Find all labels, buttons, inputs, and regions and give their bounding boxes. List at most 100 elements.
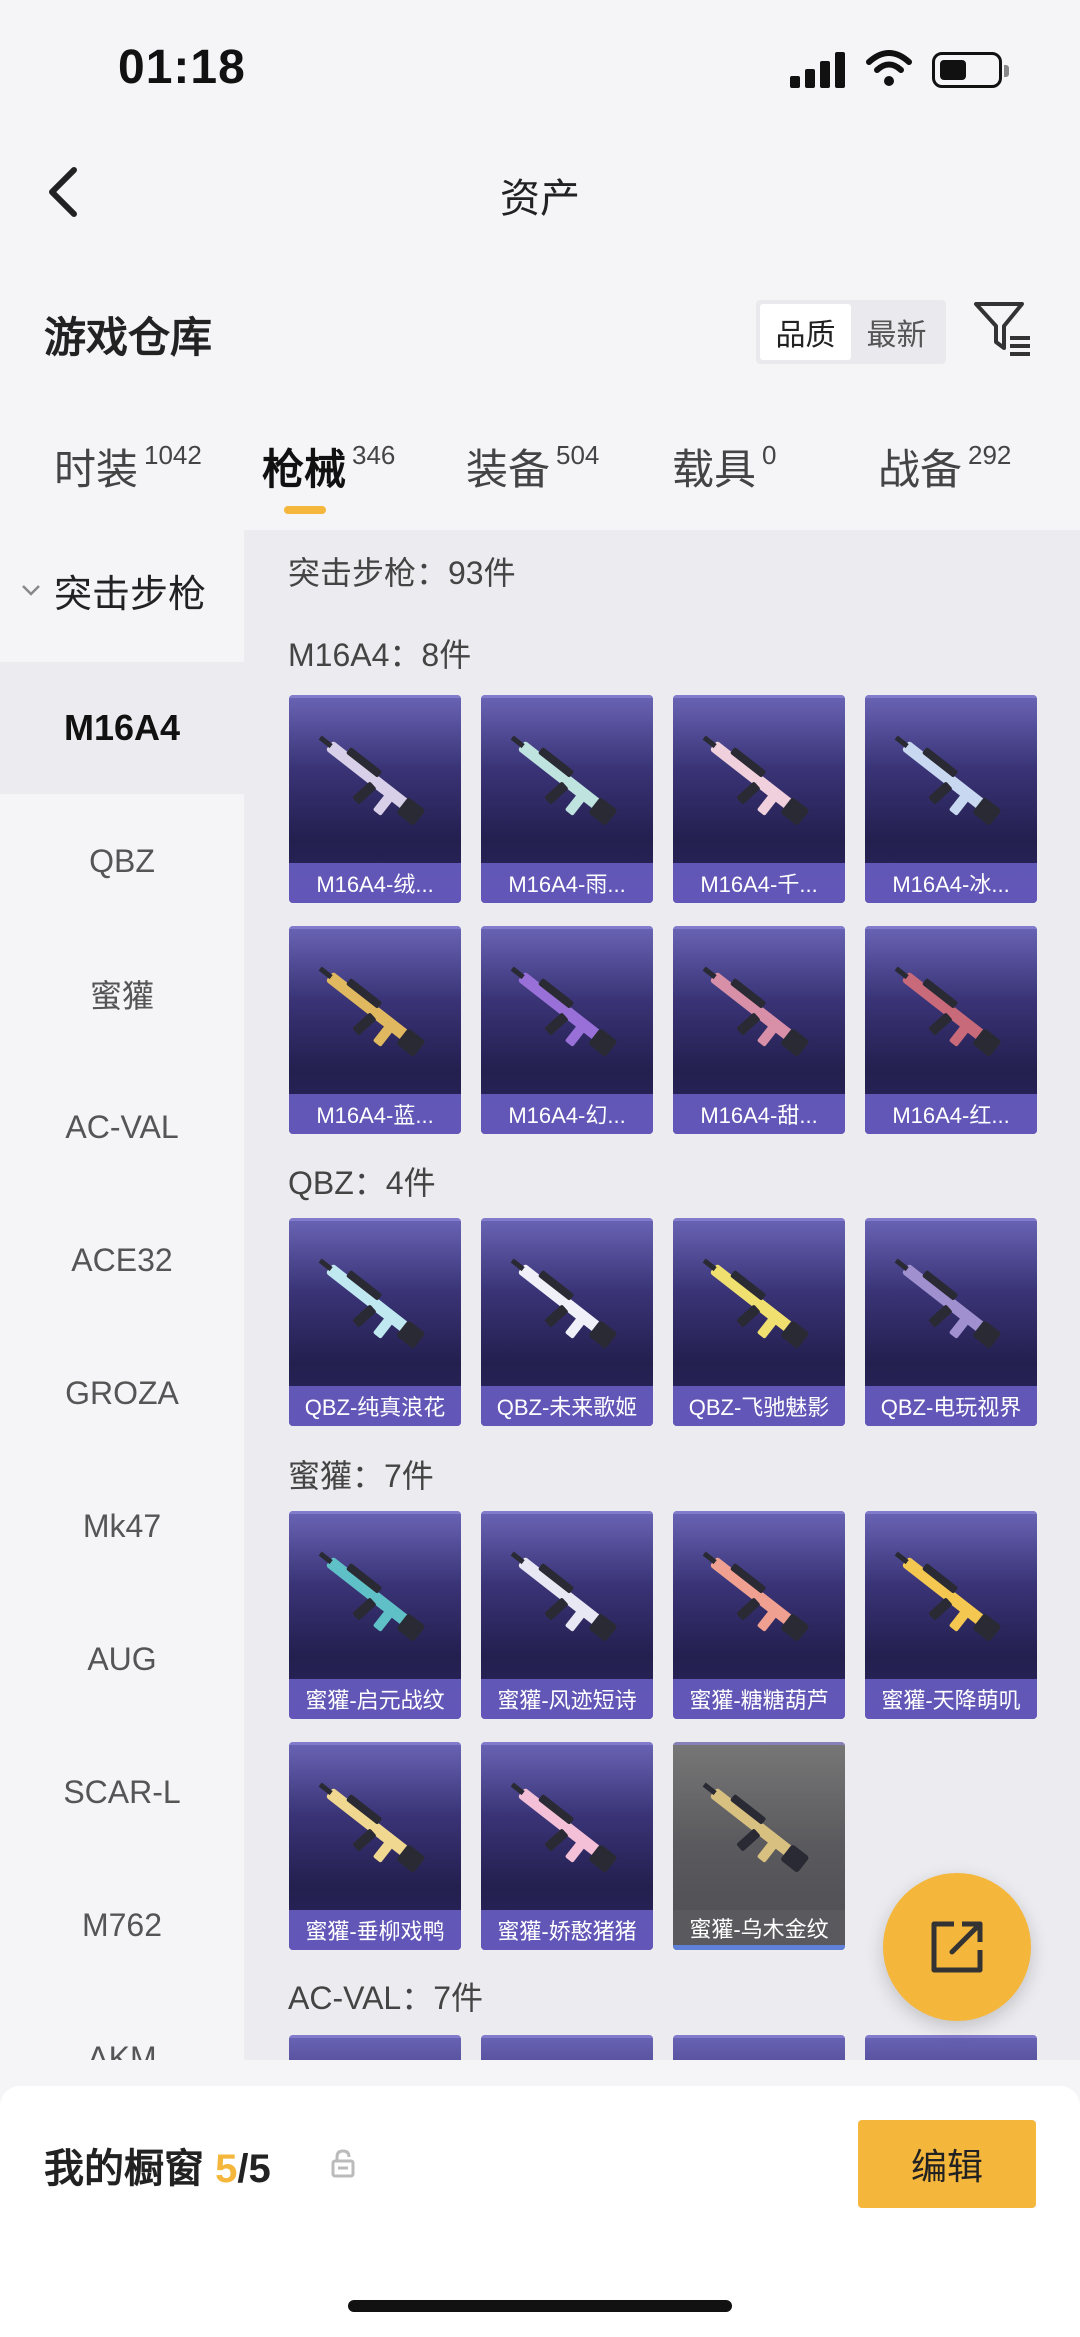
- card-label-bar: QBZ-纯真浪花: [289, 1386, 461, 1426]
- weapon-card[interactable]: M16A4-甜...: [673, 926, 845, 1134]
- weapon-card[interactable]: 蜜獾-垂柳戏鸭: [289, 1742, 461, 1950]
- share-icon: [931, 1921, 983, 1973]
- weapon-card[interactable]: M16A4-千...: [673, 695, 845, 903]
- weapon-sidebar: 突击步枪 M16A4 QBZ 蜜獾 AC-VAL ACE32 GROZA Mk4…: [0, 530, 244, 2060]
- nav-bar: 资产: [0, 140, 1080, 240]
- weapon-card[interactable]: M16A4-绒...: [289, 695, 461, 903]
- rifle-icon: [894, 1551, 1001, 1641]
- card-label-bar: QBZ-电玩视界: [865, 1386, 1037, 1426]
- sidebar-item-akm[interactable]: AKM: [0, 1992, 244, 2061]
- tab-count: 346: [352, 440, 396, 470]
- card-label-bar: 蜜獾-糖糖葫芦: [673, 1679, 845, 1719]
- card-label-bar: 蜜獾-垂柳戏鸭: [289, 1910, 461, 1950]
- tab-label: 时装: [54, 446, 139, 493]
- sidebar-item-ac-val[interactable]: AC-VAL: [0, 1061, 244, 1193]
- sidebar-item-m16a4[interactable]: M16A4: [0, 662, 244, 794]
- sidebar-item-ace32[interactable]: ACE32: [0, 1194, 244, 1326]
- card-top-line: [673, 1218, 845, 1221]
- weapon-name: QBZ-电玩视界: [880, 1395, 1022, 1420]
- weapon-name: M16A4-绒...: [316, 872, 434, 897]
- card-label-bar: M16A4-红...: [865, 1094, 1037, 1134]
- rifle-icon: [318, 1258, 425, 1348]
- sidebar-category-assault-rifle[interactable]: 突击步枪: [0, 540, 244, 640]
- weapon-card[interactable]: M16A4-红...: [865, 926, 1037, 1134]
- tab-count: 1042: [144, 440, 202, 470]
- tab-count: 0: [762, 440, 777, 470]
- weapon-name: 蜜獾-风迹短诗: [497, 1688, 637, 1713]
- sidebar-item-aug[interactable]: AUG: [0, 1593, 244, 1725]
- tab-fashion[interactable]: 时装 1042: [54, 436, 202, 497]
- weapon-card[interactable]: M16A4-幻...: [481, 926, 653, 1134]
- card-label-bar: 蜜獾-天降萌叽: [865, 1679, 1037, 1719]
- showcase-total-count: /5: [237, 2147, 271, 2191]
- tab-label: 战备: [878, 446, 963, 493]
- sidebar-item-groza[interactable]: GROZA: [0, 1327, 244, 1459]
- tab-equipment[interactable]: 装备 504: [466, 436, 599, 497]
- rifle-icon: [510, 1782, 617, 1872]
- category-tabs: 时装 1042 枪械 346 装备 504 载具 0 战备 292: [0, 420, 1080, 520]
- battery-icon: [932, 52, 1009, 88]
- sidebar-category-label: 突击步枪: [54, 573, 207, 616]
- card-top-line: [481, 2035, 653, 2038]
- tab-supplies[interactable]: 战备 292: [878, 436, 1011, 497]
- weapon-card[interactable]: 蜜獾-风迹短诗: [481, 1511, 653, 1719]
- weapon-card[interactable]: M16A4-雨...: [481, 695, 653, 903]
- status-time: 01:18: [118, 41, 246, 94]
- card-top-line: [289, 926, 461, 929]
- weapon-card[interactable]: QBZ-电玩视界: [865, 1218, 1037, 1426]
- card-label-bar: M16A4-冰...: [865, 863, 1037, 903]
- weapon-name: 蜜獾-天降萌叽: [881, 1688, 1021, 1713]
- sidebar-item-mk47[interactable]: Mk47: [0, 1460, 244, 1592]
- card-top-line: [481, 695, 653, 698]
- signal-icon: [790, 52, 846, 88]
- weapon-card[interactable]: 蜜獾-娇憨猪猪: [481, 1742, 653, 1950]
- active-tab-indicator: [284, 506, 326, 514]
- weapon-name: 蜜獾-启元战纹: [305, 1688, 445, 1713]
- weapon-card[interactable]: M16A4-蓝...: [289, 926, 461, 1134]
- weapon-name: M16A4-千...: [700, 872, 818, 897]
- card-label-bar: 蜜獾-娇憨猪猪: [481, 1910, 653, 1950]
- sort-option-quality[interactable]: 品质: [760, 304, 851, 360]
- weapon-card[interactable]: 蜜獾-天降萌叽: [865, 1511, 1037, 1719]
- weapon-card[interactable]: 蜜獾-糖糖葫芦: [673, 1511, 845, 1719]
- section-title: M16A4：8件: [288, 637, 472, 673]
- weapon-name: QBZ-未来歌姬: [496, 1395, 638, 1420]
- card-label-bar: M16A4-千...: [673, 863, 845, 903]
- weapon-card[interactable]: [289, 2035, 461, 2060]
- card-top-line: [865, 695, 1037, 698]
- card-top-line: [673, 1511, 845, 1514]
- card-top-line: [673, 695, 845, 698]
- weapon-card[interactable]: QBZ-未来歌姬: [481, 1218, 653, 1426]
- weapon-card[interactable]: QBZ-飞驰魅影: [673, 1218, 845, 1426]
- share-button[interactable]: [883, 1873, 1031, 2021]
- weapon-card[interactable]: 蜜獾-启元战纹: [289, 1511, 461, 1719]
- weapon-card[interactable]: QBZ-纯真浪花: [289, 1218, 461, 1426]
- weapon-name: 蜜獾-垂柳戏鸭: [305, 1919, 445, 1944]
- tab-vehicles[interactable]: 载具 0: [672, 436, 776, 497]
- edit-button[interactable]: 编辑: [858, 2120, 1036, 2208]
- weapon-name: M16A4-幻...: [508, 1103, 626, 1128]
- weapon-card[interactable]: 蜜獾-乌木金纹: [673, 1742, 845, 1950]
- sort-option-latest[interactable]: 最新: [851, 304, 942, 360]
- filter-icon[interactable]: [972, 298, 1034, 360]
- card-label-bar: 蜜獾-乌木金纹: [673, 1910, 845, 1950]
- tab-label: 载具: [672, 446, 757, 493]
- weapon-card[interactable]: [673, 2035, 845, 2060]
- sidebar-item-qbz[interactable]: QBZ: [0, 795, 244, 927]
- showcase-label: 我的橱窗: [44, 2147, 204, 2191]
- sidebar-item-honey-badger[interactable]: 蜜獾: [0, 928, 244, 1060]
- rifle-icon: [318, 966, 425, 1056]
- card-label-bar: QBZ-飞驰魅影: [673, 1386, 845, 1426]
- tab-firearms[interactable]: 枪械 346: [262, 436, 395, 497]
- rifle-icon: [702, 966, 809, 1056]
- chevron-down-icon: [22, 585, 40, 596]
- sidebar-item-m762[interactable]: M762: [0, 1859, 244, 1991]
- warehouse-header: 游戏仓库 品质 最新: [0, 280, 1080, 380]
- weapon-grid-panel: 突击步枪：93件 M16A4：8件 QBZ：4件 蜜獾：7件 AC-VAL：7件…: [244, 530, 1080, 2060]
- card-label-bar: 蜜獾-启元战纹: [289, 1679, 461, 1719]
- sidebar-item-scar-l[interactable]: SCAR-L: [0, 1726, 244, 1858]
- weapon-card[interactable]: M16A4-冰...: [865, 695, 1037, 903]
- card-top-line: [865, 2035, 1037, 2038]
- weapon-card[interactable]: [865, 2035, 1037, 2060]
- weapon-card[interactable]: [481, 2035, 653, 2060]
